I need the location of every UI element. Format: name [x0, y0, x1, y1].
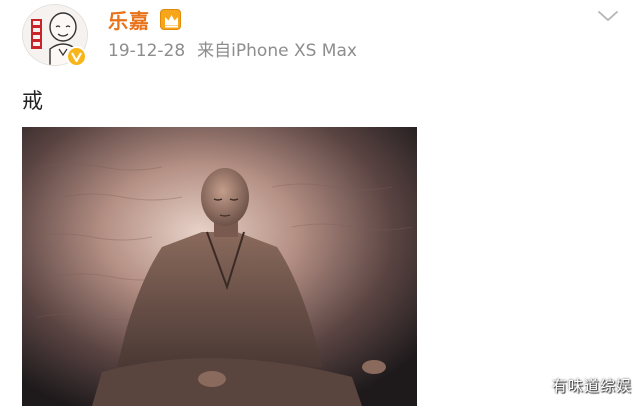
post-meta: 19-12-28 来自iPhone XS Max — [108, 40, 357, 62]
post-source: 来自iPhone XS Max — [197, 41, 357, 61]
chevron-down-icon[interactable] — [596, 8, 620, 24]
author-name[interactable]: 乐嘉 — [108, 8, 150, 34]
post-date: 19-12-28 — [108, 41, 186, 61]
post-text: 戒 — [22, 89, 43, 113]
crown-icon[interactable] — [160, 9, 181, 30]
meditating-monk-photo — [22, 127, 417, 406]
watermark-text: 有味道综娱 — [551, 377, 632, 395]
verified-badge-icon — [66, 46, 87, 67]
post-photo[interactable] — [22, 127, 417, 406]
weibo-post: 乐嘉 19-12-28 来自iPhone XS Max 戒 有味道综娱 — [0, 0, 640, 406]
